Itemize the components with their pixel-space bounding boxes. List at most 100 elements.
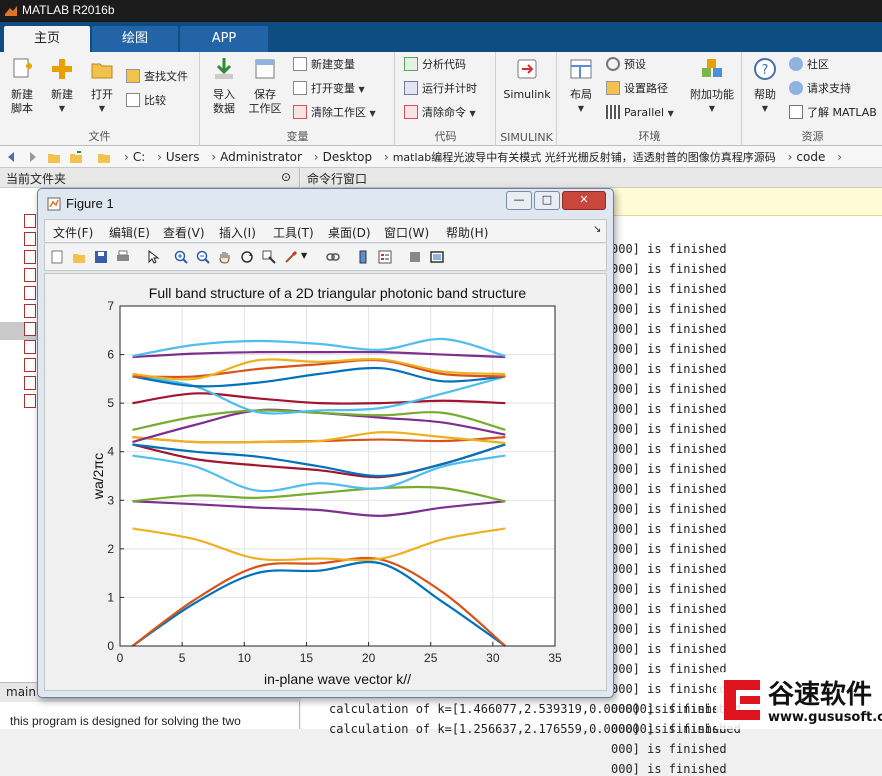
band-structure-chart[interactable]: 0 5 10 15 20 25 30 35 0 1 2 3 4 5 6 7 Full band structur… bbox=[45, 274, 608, 692]
mfile-icon[interactable] bbox=[24, 250, 36, 264]
menu-window[interactable]: 窗口(W) bbox=[384, 224, 429, 241]
new-figure-icon[interactable] bbox=[49, 249, 65, 265]
mfile-icon[interactable] bbox=[24, 268, 36, 282]
set-path-button[interactable]: 设置路径 bbox=[606, 80, 668, 98]
breadcrumb-item[interactable]: code bbox=[796, 150, 825, 164]
addons-label: 附加功能 bbox=[690, 88, 734, 101]
mfile-icon[interactable] bbox=[24, 376, 36, 390]
community-button[interactable]: 社区 bbox=[789, 56, 829, 74]
clear-commands-icon bbox=[404, 105, 418, 119]
data-cursor-icon[interactable] bbox=[261, 249, 277, 265]
mfile-icon[interactable] bbox=[24, 232, 36, 246]
save-icon[interactable] bbox=[93, 249, 109, 265]
colorbar-icon[interactable] bbox=[355, 249, 371, 265]
back-arrow-icon[interactable] bbox=[4, 149, 20, 165]
mfile-icon[interactable] bbox=[24, 322, 36, 336]
open-button[interactable]: 打开 ▼ bbox=[84, 56, 120, 116]
preferences-label: 预设 bbox=[624, 58, 646, 71]
matlab-logo-icon bbox=[5, 6, 17, 16]
request-support-button[interactable]: 请求支持 bbox=[789, 80, 851, 98]
menu-tools[interactable]: 工具(T) bbox=[273, 224, 314, 241]
simulink-button[interactable]: Simulink bbox=[501, 56, 553, 102]
watermark: 谷速软件 www.gususoft.com bbox=[716, 672, 882, 729]
addons-button[interactable]: 附加功能 ▼ bbox=[686, 56, 738, 116]
clear-workspace-button[interactable]: 清除工作区 ▼ bbox=[293, 104, 376, 122]
up-folder-icon[interactable] bbox=[46, 149, 62, 165]
menu-help[interactable]: 帮助(H) bbox=[446, 224, 488, 241]
mfile-icon[interactable] bbox=[24, 286, 36, 300]
run-and-time-button[interactable]: 运行并计时 bbox=[404, 80, 477, 98]
pan-hand-icon[interactable] bbox=[217, 249, 233, 265]
print-icon[interactable] bbox=[115, 249, 131, 265]
finished-output-line: 000] is finished bbox=[611, 322, 727, 336]
watermark-brand: 谷速软件 bbox=[768, 680, 873, 710]
new-script-button[interactable]: 新建 脚本 bbox=[4, 56, 40, 116]
brush-icon[interactable] bbox=[283, 249, 299, 265]
menu-dock-icon[interactable]: ↘ bbox=[593, 224, 601, 235]
pointer-icon[interactable] bbox=[145, 249, 161, 265]
breadcrumb-item[interactable]: Users bbox=[166, 150, 200, 164]
new-label: 新建 bbox=[51, 88, 73, 101]
breadcrumb-separator-icon: › bbox=[383, 150, 389, 164]
breadcrumb-item[interactable]: matlab编程光波导中有关模式 光纤光栅反射铺，适透射普的图像仿真程序源码 bbox=[393, 151, 776, 164]
help-button[interactable]: ? 帮助 ▼ bbox=[747, 56, 783, 116]
figure-canvas[interactable]: 0 5 10 15 20 25 30 35 0 1 2 3 4 5 6 7 Full band structur… bbox=[44, 273, 607, 691]
mfile-icon[interactable] bbox=[24, 304, 36, 318]
browse-folder-icon[interactable] bbox=[68, 149, 84, 165]
parallel-button[interactable]: Parallel ▼ bbox=[606, 104, 674, 122]
breadcrumb-item[interactable]: Desktop bbox=[323, 150, 373, 164]
file-group: 新建 脚本 新建 ▼ 打开 ▼ 查找文件 比较 文件 bbox=[0, 52, 200, 146]
mfile-icon[interactable] bbox=[24, 340, 36, 354]
forward-arrow-icon[interactable] bbox=[24, 149, 40, 165]
compare-button[interactable]: 比较 bbox=[126, 92, 166, 110]
tab-apps[interactable]: APP bbox=[180, 26, 268, 52]
legend-icon[interactable] bbox=[377, 249, 393, 265]
breadcrumb-item[interactable]: C: bbox=[133, 150, 145, 164]
tab-home[interactable]: 主页 bbox=[4, 26, 90, 52]
open-file-icon[interactable] bbox=[71, 249, 87, 265]
figure-window[interactable]: Figure 1 — □ ✕ 文件(F) 编辑(E) 查看(V) 插入(I) 工… bbox=[37, 188, 614, 698]
finished-output-line: 000] is finished bbox=[611, 602, 727, 616]
new-variable-label: 新建变量 bbox=[311, 58, 355, 71]
panel-menu-icon[interactable]: ⊙ bbox=[281, 170, 291, 184]
import-data-button[interactable]: 导入 数据 bbox=[207, 56, 241, 116]
new-variable-button[interactable]: 新建变量 bbox=[293, 56, 355, 74]
open-variable-button[interactable]: 打开变量 ▼ bbox=[293, 80, 365, 98]
maximize-button[interactable]: □ bbox=[534, 191, 560, 210]
layout-button[interactable]: 布局 ▼ bbox=[564, 56, 598, 116]
mfile-icon[interactable] bbox=[24, 358, 36, 372]
minimize-button[interactable]: — bbox=[506, 191, 532, 210]
zoom-in-icon[interactable] bbox=[173, 249, 189, 265]
find-files-button[interactable]: 查找文件 bbox=[126, 68, 188, 86]
new-button[interactable]: 新建 ▼ bbox=[44, 56, 80, 116]
new-plus-icon bbox=[52, 59, 72, 79]
menu-insert[interactable]: 插入(I) bbox=[219, 224, 256, 241]
rotate-3d-icon[interactable] bbox=[239, 249, 255, 265]
tab-plots[interactable]: 绘图 bbox=[92, 26, 178, 52]
link-plot-icon[interactable] bbox=[325, 249, 341, 265]
code-group: 分析代码 运行并计时 清除命令 ▼ 代码 bbox=[396, 52, 496, 146]
learn-matlab-button[interactable]: 了解 MATLAB bbox=[789, 104, 877, 122]
analyze-code-button[interactable]: 分析代码 bbox=[404, 56, 466, 74]
menu-file[interactable]: 文件(F) bbox=[53, 224, 93, 241]
brush-dropdown-icon[interactable]: ▼ bbox=[301, 251, 317, 267]
hide-plot-tools-icon[interactable] bbox=[407, 249, 423, 265]
finished-output-line: 000] is finished bbox=[611, 502, 727, 516]
save-workspace-button[interactable]: 保存 工作区 bbox=[247, 56, 283, 116]
simulink-icon bbox=[517, 59, 537, 79]
x-tick-label: 0 bbox=[117, 651, 124, 665]
variable-group-label: 变量 bbox=[286, 130, 309, 143]
close-button[interactable]: ✕ bbox=[562, 191, 606, 210]
clear-commands-button[interactable]: 清除命令 ▼ bbox=[404, 104, 476, 122]
zoom-out-icon[interactable] bbox=[195, 249, 211, 265]
mfile-icon[interactable] bbox=[24, 214, 36, 228]
menu-edit[interactable]: 编辑(E) bbox=[109, 224, 150, 241]
simulink-group: Simulink SIMULINK bbox=[497, 52, 557, 146]
ribbon: 新建 脚本 新建 ▼ 打开 ▼ 查找文件 比较 文件 导入 数据 保存 工作区 … bbox=[0, 52, 882, 146]
breadcrumb-item[interactable]: Administrator bbox=[220, 150, 302, 164]
mfile-icon[interactable] bbox=[24, 394, 36, 408]
preferences-button[interactable]: 预设 bbox=[606, 56, 646, 74]
show-plot-tools-icon[interactable] bbox=[429, 249, 445, 265]
menu-desktop[interactable]: 桌面(D) bbox=[328, 224, 371, 241]
menu-view[interactable]: 查看(V) bbox=[163, 224, 205, 241]
